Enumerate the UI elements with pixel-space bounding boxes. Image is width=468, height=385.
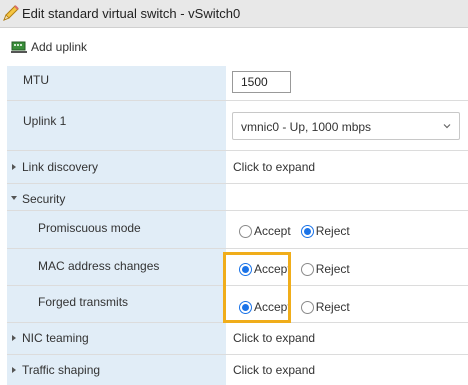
mac-accept-label[interactable]: Accept: [254, 262, 291, 276]
chevron-down-icon: [443, 124, 451, 129]
mtu-input[interactable]: 1500: [232, 71, 291, 93]
mac-address-changes-label: MAC address changes: [38, 259, 160, 273]
mac-accept-radio[interactable]: [239, 262, 252, 276]
uplink1-select[interactable]: vmnic0 - Up, 1000 mbps: [232, 112, 460, 140]
promiscuous-mode-radio-group: Accept Reject: [239, 224, 360, 238]
mac-reject-radio[interactable]: [300, 262, 314, 276]
forged-reject-label[interactable]: Reject: [316, 300, 350, 314]
expand-arrow-icon[interactable]: [12, 164, 16, 170]
promiscuous-accept-label[interactable]: Accept: [254, 224, 291, 238]
add-uplink-button[interactable]: Add uplink: [11, 40, 87, 54]
forged-accept-radio[interactable]: [239, 300, 252, 314]
mac-address-changes-row: MAC address changes Accept Reject: [7, 249, 468, 286]
mac-address-changes-radio-group: Accept Reject: [239, 262, 360, 276]
mtu-label: MTU: [23, 73, 49, 87]
nic-teaming-label: NIC teaming: [22, 331, 89, 345]
mtu-row: MTU 1500: [7, 66, 468, 101]
mac-reject-label[interactable]: Reject: [316, 262, 350, 276]
collapse-arrow-icon[interactable]: [11, 196, 17, 200]
forged-transmits-label: Forged transmits: [38, 295, 129, 309]
link-discovery-expand-text[interactable]: Click to expand: [233, 160, 315, 174]
forged-reject-radio[interactable]: [300, 300, 314, 314]
security-row[interactable]: Security: [7, 184, 468, 211]
pencil-edit-icon: [3, 5, 19, 21]
dialog-title: Edit standard virtual switch - vSwitch0: [22, 6, 241, 21]
switch-settings-grid: MTU 1500 Uplink 1 vmnic0 - Up, 1000 mbps…: [7, 66, 468, 385]
expand-arrow-icon[interactable]: [12, 335, 16, 341]
dialog-titlebar: Edit standard virtual switch - vSwitch0: [0, 0, 468, 28]
toolbar: Add uplink: [0, 36, 468, 62]
uplink1-label: Uplink 1: [23, 114, 67, 128]
forged-accept-label[interactable]: Accept: [254, 300, 291, 314]
forged-transmits-row: Forged transmits Accept Reject: [7, 286, 468, 323]
uplink1-row: Uplink 1 vmnic0 - Up, 1000 mbps: [7, 101, 468, 151]
promiscuous-reject-label[interactable]: Reject: [316, 224, 350, 238]
nic-teaming-expand-text[interactable]: Click to expand: [233, 331, 315, 345]
promiscuous-accept-radio[interactable]: [239, 224, 252, 238]
uplink1-selected-value: vmnic0 - Up, 1000 mbps: [241, 120, 372, 134]
network-adapter-icon: [11, 41, 27, 53]
expand-arrow-icon[interactable]: [12, 367, 16, 373]
promiscuous-reject-radio[interactable]: [300, 224, 314, 238]
traffic-shaping-label: Traffic shaping: [22, 363, 101, 377]
link-discovery-row[interactable]: Link discovery Click to expand: [7, 151, 468, 184]
promiscuous-mode-row: Promiscuous mode Accept Reject: [7, 211, 468, 249]
link-discovery-label: Link discovery: [22, 160, 99, 174]
nic-teaming-row[interactable]: NIC teaming Click to expand: [7, 323, 468, 355]
traffic-shaping-expand-text[interactable]: Click to expand: [233, 363, 315, 377]
promiscuous-mode-label: Promiscuous mode: [38, 221, 141, 235]
forged-transmits-radio-group: Accept Reject: [239, 300, 360, 314]
traffic-shaping-row[interactable]: Traffic shaping Click to expand: [7, 355, 468, 385]
security-label: Security: [22, 192, 66, 206]
add-uplink-label: Add uplink: [31, 40, 88, 54]
